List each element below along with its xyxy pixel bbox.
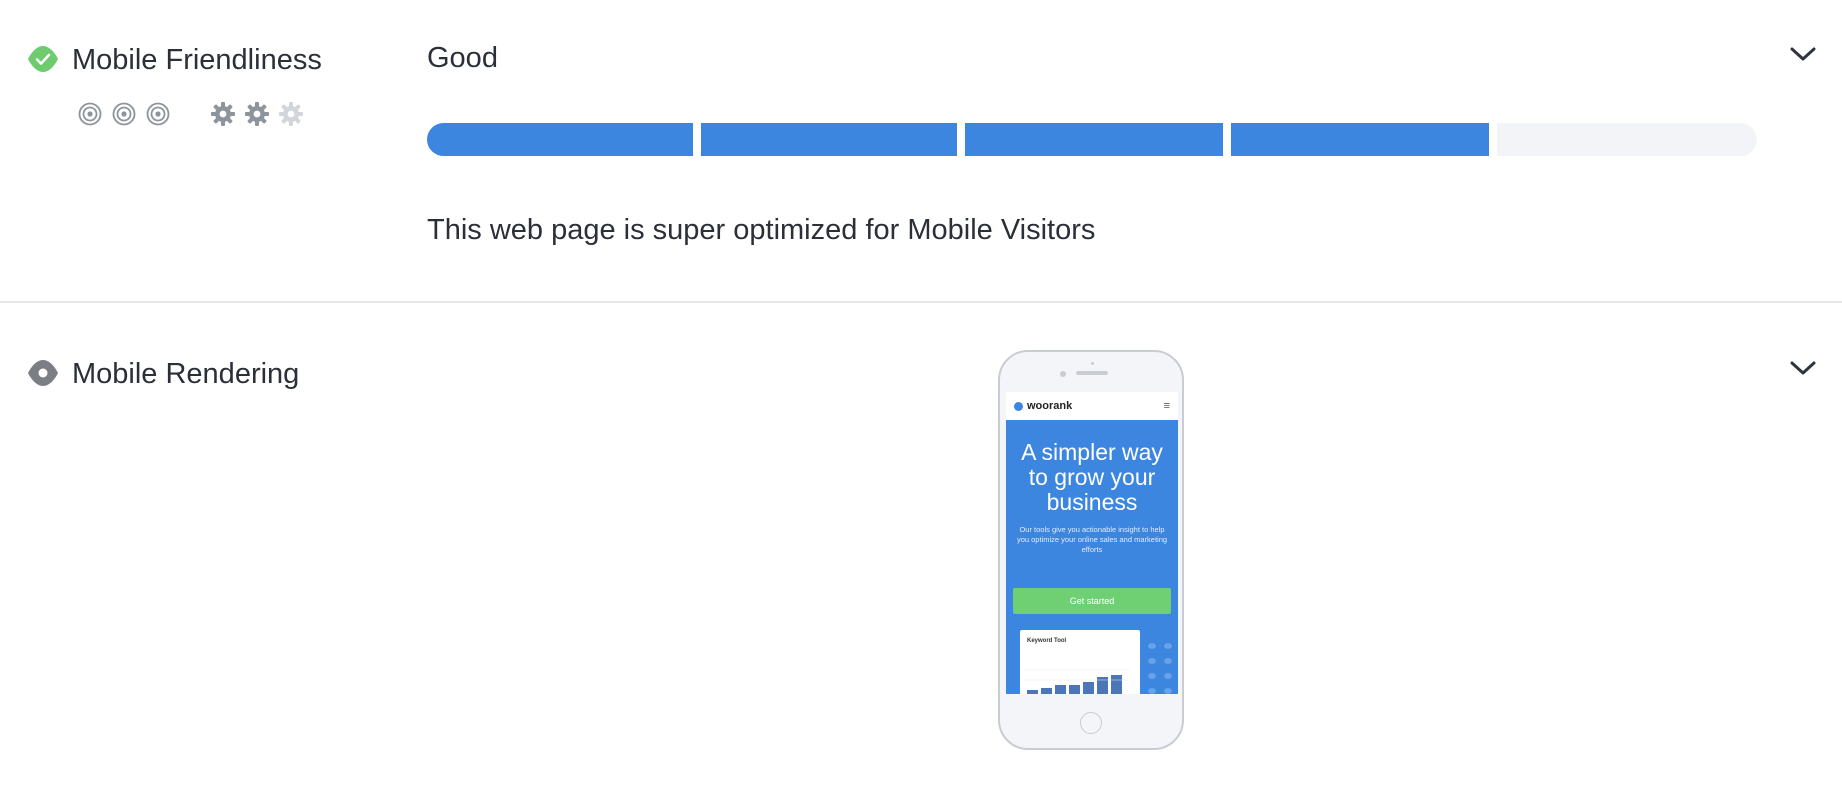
score-segment xyxy=(701,123,957,156)
preview-subtext: Our tools give you actionable insight to… xyxy=(1016,525,1168,554)
score-segment-empty xyxy=(1497,123,1757,156)
verdict-label: Good xyxy=(427,42,498,74)
chevron-down-icon[interactable] xyxy=(1786,43,1820,65)
mobile-rendering-section: Mobile Rendering woorank ≡ A simpler way… xyxy=(0,303,1842,796)
mobile-friendliness-section: Mobile Friendliness Good This web page i… xyxy=(0,0,1842,303)
preview-cta-button: Get started xyxy=(1013,588,1171,614)
brand-logo-icon xyxy=(1014,401,1023,411)
chevron-down-icon[interactable] xyxy=(1786,357,1820,379)
preview-hero: A simpler way to grow your business Our … xyxy=(1006,420,1178,694)
score-segment xyxy=(965,123,1223,156)
preview-card-title: Keyword Tool xyxy=(1027,638,1067,644)
preview-bar-graphic xyxy=(1024,669,1130,694)
section-title: Mobile Friendliness xyxy=(72,44,322,76)
section-description: This web page is super optimized for Mob… xyxy=(427,214,1096,246)
preview-chart-card: Keyword Tool xyxy=(1020,630,1140,694)
info-dot-icon xyxy=(28,360,58,386)
preview-decoration xyxy=(1148,643,1172,694)
check-icon xyxy=(28,46,58,72)
phone-screen: woorank ≡ A simpler way to grow your bus… xyxy=(1006,392,1178,694)
gear-icon xyxy=(279,102,303,126)
phone-home-button xyxy=(1080,712,1102,734)
gear-icon xyxy=(245,102,269,126)
phone-preview: woorank ≡ A simpler way to grow your bus… xyxy=(998,350,1184,750)
section-title: Mobile Rendering xyxy=(72,358,300,390)
preview-navbar: woorank ≡ xyxy=(1006,392,1178,420)
target-icon xyxy=(146,102,170,126)
preview-brand: woorank xyxy=(1027,400,1073,412)
preview-headline: A simpler way to grow your business xyxy=(1021,439,1163,515)
target-icon xyxy=(78,102,102,126)
target-icon xyxy=(112,102,136,126)
hamburger-menu-icon: ≡ xyxy=(1163,400,1170,412)
score-segment xyxy=(1231,123,1489,156)
phone-camera xyxy=(1060,371,1066,377)
phone-sensor xyxy=(1091,362,1094,365)
score-segment xyxy=(427,123,693,156)
score-bar xyxy=(427,123,1757,156)
gear-icon xyxy=(211,102,235,126)
phone-speaker xyxy=(1076,371,1108,375)
